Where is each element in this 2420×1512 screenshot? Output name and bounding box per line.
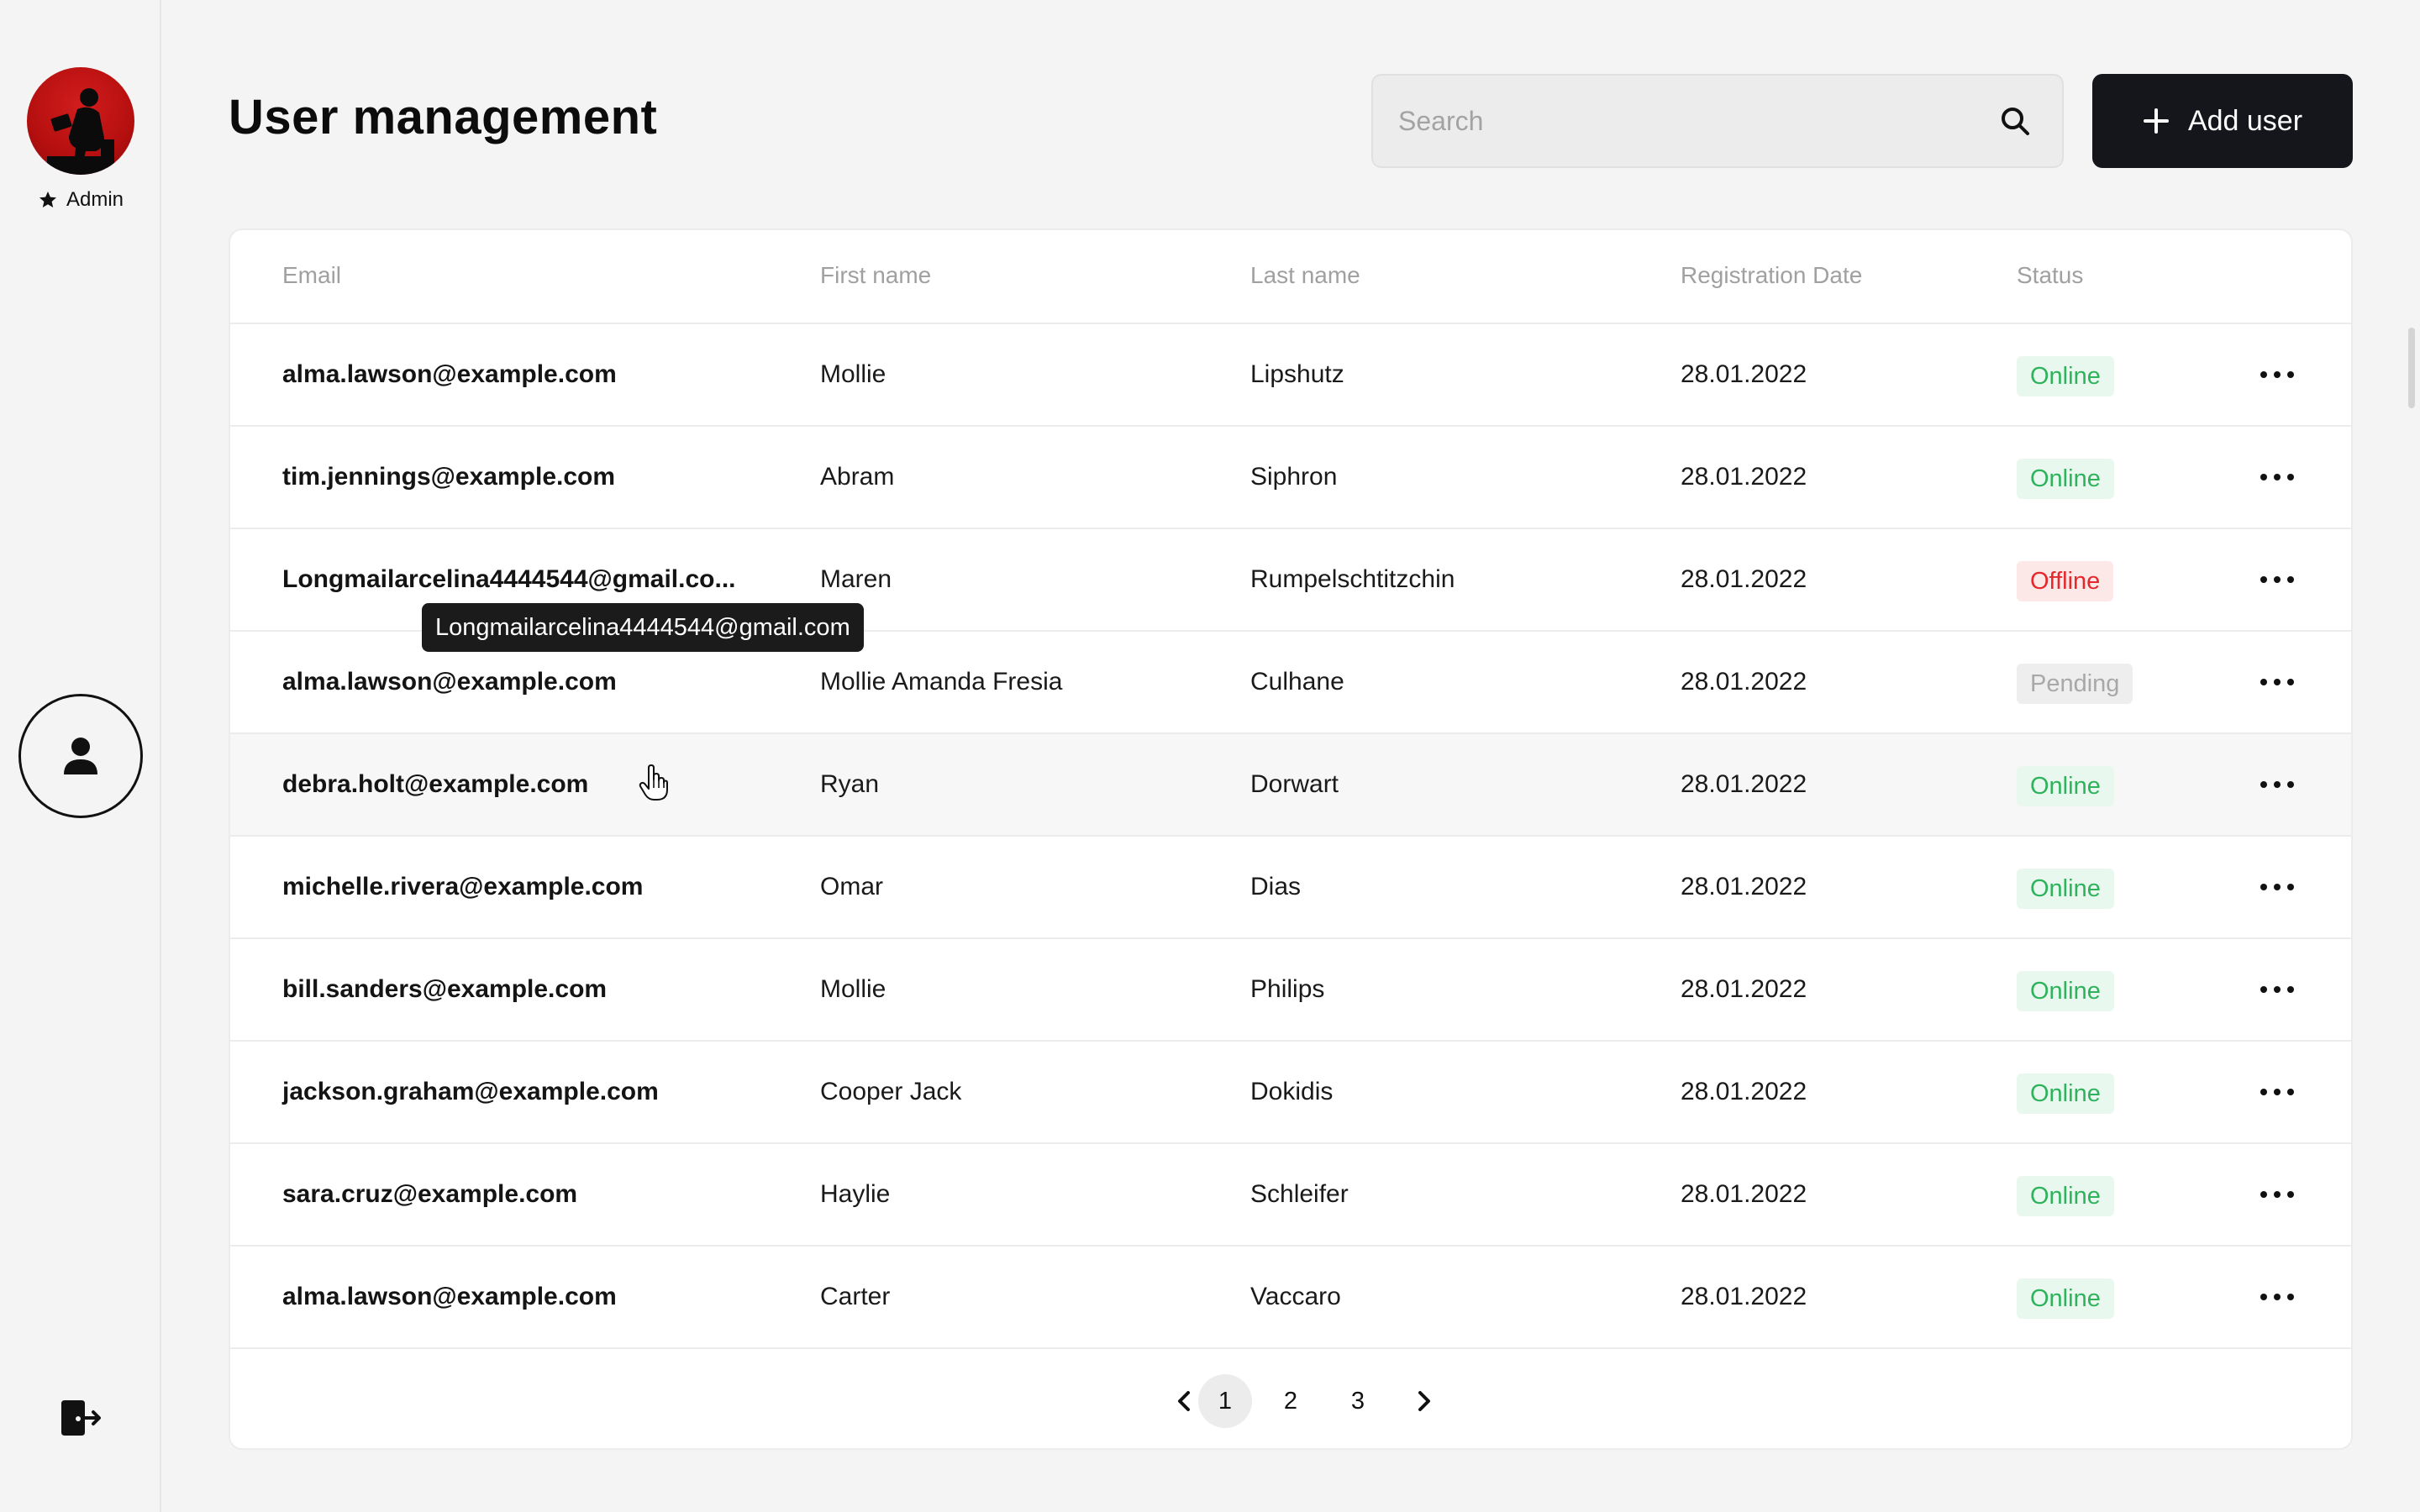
cell-last-name: Siphron (1250, 463, 1338, 491)
column-header-first-name[interactable]: First name (820, 262, 931, 289)
cell-last-name: Rumpelschtitzchin (1250, 565, 1455, 593)
cell-registration-date: 28.01.2022 (1681, 668, 1807, 696)
table-row[interactable]: bill.sanders@example.com Mollie Philips … (230, 939, 2351, 1042)
cell-email: alma.lawson@example.com (282, 360, 617, 388)
status-badge: Online (2017, 766, 2114, 806)
cell-first-name: Abram (820, 463, 895, 491)
cell-registration-date: 28.01.2022 (1681, 565, 1807, 593)
cell-last-name: Culhane (1250, 668, 1344, 696)
page-button-3[interactable]: 3 (1331, 1374, 1385, 1428)
row-actions-more-icon[interactable] (2260, 978, 2294, 1001)
cell-last-name: Dias (1250, 873, 1302, 900)
row-actions-more-icon[interactable] (2260, 1183, 2294, 1206)
cell-first-name: Cooper Jack (820, 1078, 962, 1105)
logout-button[interactable] (59, 1398, 103, 1438)
table-row[interactable]: alma.lawson@example.com Carter Vaccaro 2… (230, 1247, 2351, 1349)
cell-first-name: Mollie (820, 975, 886, 1003)
row-actions-more-icon[interactable] (2260, 670, 2294, 694)
cell-last-name: Schleifer (1250, 1180, 1349, 1208)
page-scrollbar[interactable] (2408, 328, 2415, 408)
email-tooltip: Longmailarcelina4444544@gmail.com (422, 603, 864, 652)
cell-first-name: Carter (820, 1283, 891, 1310)
hand-cursor-icon (639, 764, 668, 801)
status-badge: Online (2017, 971, 2114, 1011)
sidebar: Admin (0, 0, 161, 1512)
column-header-last-name[interactable]: Last name (1250, 262, 1360, 289)
row-actions-more-icon[interactable] (2260, 1285, 2294, 1309)
status-badge: Online (2017, 1074, 2114, 1114)
cell-last-name: Dokidis (1250, 1078, 1334, 1105)
row-actions-more-icon[interactable] (2260, 773, 2294, 796)
cell-email: tim.jennings@example.com (282, 463, 616, 491)
avatar[interactable] (27, 67, 134, 175)
page-button-2[interactable]: 2 (1264, 1374, 1318, 1428)
cell-registration-date: 28.01.2022 (1681, 1180, 1807, 1208)
role-label: Admin (66, 188, 124, 211)
row-actions-more-icon[interactable] (2260, 568, 2294, 591)
table-row[interactable]: tim.jennings@example.com Abram Siphron 2… (230, 427, 2351, 529)
cell-registration-date: 28.01.2022 (1681, 1078, 1807, 1105)
row-actions-more-icon[interactable] (2260, 875, 2294, 899)
users-table: Email First name Last name Registration … (229, 228, 2353, 1450)
cell-email: debra.holt@example.com (282, 770, 589, 798)
page-title: User management (229, 90, 658, 144)
column-header-email[interactable]: Email (282, 262, 341, 289)
cell-first-name: Ryan (820, 770, 880, 798)
pagination: 1 2 3 (230, 1374, 2351, 1430)
status-badge: Pending (2017, 664, 2133, 704)
star-icon (39, 192, 56, 207)
status-badge: Online (2017, 356, 2114, 396)
status-badge: Online (2017, 869, 2114, 909)
column-header-status[interactable]: Status (2017, 262, 2083, 289)
chevron-right-icon (1418, 1391, 1430, 1411)
cell-email: bill.sanders@example.com (282, 975, 608, 1003)
page-button-1[interactable]: 1 (1198, 1374, 1252, 1428)
cell-last-name: Lipshutz (1250, 360, 1344, 388)
row-actions-more-icon[interactable] (2260, 1080, 2294, 1104)
cell-email: jackson.graham@example.com (282, 1078, 659, 1105)
add-user-button[interactable]: Add user (2092, 74, 2353, 168)
table-row[interactable]: alma.lawson@example.com Mollie Lipshutz … (230, 324, 2351, 427)
row-actions-more-icon[interactable] (2260, 363, 2294, 386)
logout-icon (61, 1400, 101, 1436)
table-row[interactable]: jackson.graham@example.com Cooper Jack D… (230, 1042, 2351, 1144)
search-icon[interactable] (2000, 106, 2030, 136)
row-actions-more-icon[interactable] (2260, 465, 2294, 489)
cell-last-name: Dorwart (1250, 770, 1339, 798)
status-badge: Online (2017, 459, 2114, 499)
status-badge: Online (2017, 1176, 2114, 1216)
search-input[interactable] (1398, 76, 1986, 166)
cell-first-name: Omar (820, 873, 883, 900)
status-badge: Online (2017, 1278, 2114, 1319)
role-badge: Admin (0, 188, 161, 212)
cell-first-name: Haylie (820, 1180, 891, 1208)
cell-registration-date: 28.01.2022 (1681, 770, 1807, 798)
nav-users-button[interactable] (18, 694, 143, 818)
cell-last-name: Vaccaro (1250, 1283, 1341, 1310)
column-header-registration-date[interactable]: Registration Date (1681, 262, 1862, 289)
add-user-label: Add user (2187, 104, 2303, 137)
table-row[interactable]: sara.cruz@example.com Haylie Schleifer 2… (230, 1144, 2351, 1247)
cell-email: sara.cruz@example.com (282, 1180, 578, 1208)
chevron-left-icon (1178, 1391, 1190, 1411)
table-row[interactable]: michelle.rivera@example.com Omar Dias 28… (230, 837, 2351, 939)
cell-registration-date: 28.01.2022 (1681, 1283, 1807, 1310)
next-page-button[interactable] (1397, 1374, 1450, 1428)
cell-registration-date: 28.01.2022 (1681, 360, 1807, 388)
search-box[interactable] (1371, 74, 2064, 168)
user-icon (64, 738, 97, 774)
cell-last-name: Philips (1250, 975, 1325, 1003)
cell-email: michelle.rivera@example.com (282, 873, 644, 900)
cell-registration-date: 28.01.2022 (1681, 975, 1807, 1003)
table-header: Email First name Last name Registration … (230, 230, 2351, 324)
plus-icon (2143, 108, 2169, 134)
cell-first-name: Mollie (820, 360, 886, 388)
avatar-silhouette-icon (47, 88, 114, 175)
cell-registration-date: 28.01.2022 (1681, 463, 1807, 491)
cell-registration-date: 28.01.2022 (1681, 873, 1807, 900)
table-row[interactable]: debra.holt@example.com Ryan Dorwart 28.0… (230, 734, 2351, 837)
status-badge: Offline (2017, 561, 2114, 601)
cell-email: alma.lawson@example.com (282, 1283, 617, 1310)
